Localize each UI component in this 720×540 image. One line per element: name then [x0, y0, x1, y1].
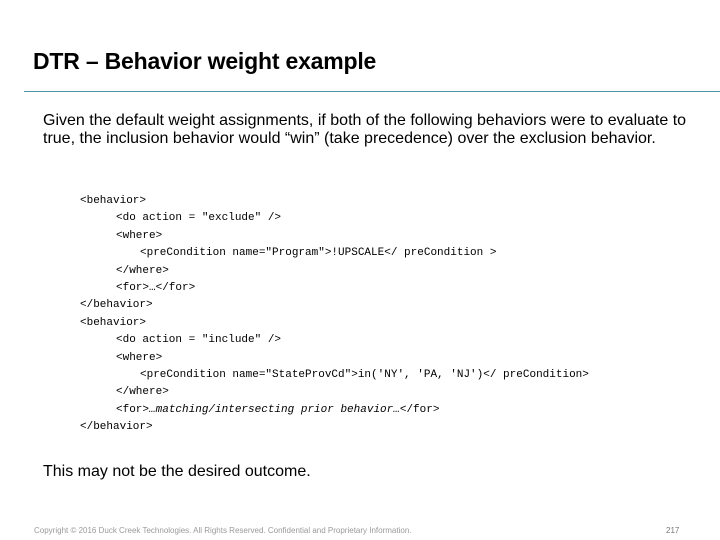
code-line: <behavior> [80, 195, 147, 207]
conclusion-text: This may not be the desired outcome. [43, 463, 311, 480]
slide-title: DTR – Behavior weight example [33, 48, 377, 74]
code-line: </where> [116, 386, 169, 399]
code-line: <behavior> [80, 316, 147, 329]
copyright-footer: Copyright © 2016 Duck Creek Technologies… [34, 526, 412, 535]
intro-paragraph: Given the default weight assignments, if… [43, 112, 687, 147]
code-line: <for>…matching/intersecting prior behavi… [80, 402, 589, 419]
code-line: <do action = "include" /> [116, 334, 282, 347]
code-line: <do action = "exclude" /> [116, 212, 282, 225]
code-line: <where> [116, 351, 163, 364]
code-line: </behavior> [80, 299, 153, 312]
slide: DTR – Behavior weight example Given the … [0, 0, 720, 540]
code-block: <behavior> <do action = "exclude" /> <wh… [80, 193, 589, 436]
code-line: <where> [116, 229, 163, 242]
page-number: 217 [666, 526, 680, 535]
code-line: <preCondition name="StateProvCd">in('NY'… [140, 368, 589, 381]
code-line: </behavior> [80, 421, 153, 434]
code-line: </where> [116, 264, 169, 277]
title-divider [24, 91, 720, 92]
code-text: </for> [399, 403, 440, 416]
code-text: <for> [116, 403, 150, 416]
code-line: <for>…</for> [116, 281, 196, 294]
code-line: <preCondition name="Program">!UPSCALE</ … [140, 247, 497, 260]
code-italic-text: …matching/intersecting prior behavior… [149, 403, 400, 416]
